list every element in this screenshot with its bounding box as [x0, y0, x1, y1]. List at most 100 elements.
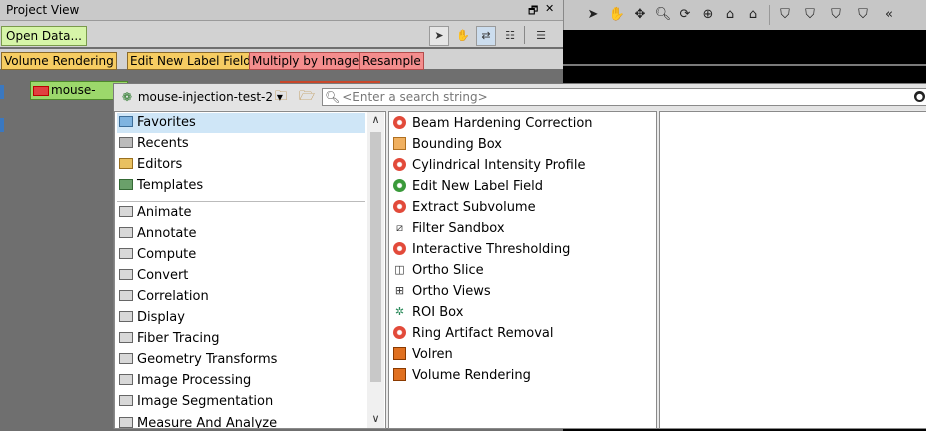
- red-gear-icon: [393, 158, 406, 171]
- module-roi-box[interactable]: ✲ ROI Box: [391, 302, 653, 323]
- category-label: Favorites: [137, 115, 196, 130]
- category-image-segmentation[interactable]: Image Segmentation: [117, 392, 365, 412]
- box-icon: [393, 137, 406, 150]
- pointer-icon[interactable]: ➤: [429, 26, 449, 46]
- module-filter-sandbox[interactable]: ⧄ Filter Sandbox: [391, 218, 653, 239]
- edit-new-label-field-button[interactable]: Edit New Label Field: [127, 52, 254, 70]
- category-label: Templates: [137, 178, 204, 193]
- favorites-folder-icon: [119, 116, 133, 127]
- tree-icon[interactable]: ☷: [500, 26, 520, 46]
- module-label: Extract Subvolume: [412, 200, 536, 215]
- module-ortho-views[interactable]: ⊞ Ortho Views: [391, 281, 653, 302]
- popup-header: ❁ mouse-injection-test-2 ▾ 🗀 🗁 🔍︎ <Enter …: [114, 84, 926, 110]
- hand-icon[interactable]: ✋: [608, 6, 626, 24]
- export-folder-icon[interactable]: 🗁: [298, 88, 316, 106]
- category-geometry-transforms[interactable]: Geometry Transforms: [117, 350, 365, 370]
- category-label: Display: [137, 310, 185, 325]
- layout-icon[interactable]: ☰: [531, 26, 551, 46]
- module-volume-rendering[interactable]: Volume Rendering: [391, 365, 653, 386]
- module-edit-new-label-field[interactable]: Edit New Label Field: [391, 176, 653, 197]
- module-label: Filter Sandbox: [412, 221, 505, 236]
- data-object-label: mouse-injection-test-2: [137, 90, 274, 104]
- pointer-icon[interactable]: ➤: [584, 6, 602, 24]
- module-label: Ortho Views: [412, 284, 491, 299]
- module-label: Bounding Box: [412, 137, 503, 152]
- category-scrollbar[interactable]: ∧ ∨: [367, 112, 384, 428]
- close-panel-icon[interactable]: ✕: [545, 2, 554, 15]
- folder-icon: [119, 290, 133, 301]
- module-label: ROI Box: [412, 305, 464, 320]
- new-folder-icon[interactable]: 🗀: [272, 88, 290, 106]
- volume-rendering-button[interactable]: Volume Rendering: [1, 52, 117, 70]
- category-editors[interactable]: Editors: [117, 155, 365, 175]
- category-measure-and-analyze[interactable]: Measure And Analyze: [117, 414, 365, 429]
- module-cylindrical-intensity-profile[interactable]: Cylindrical Intensity Profile: [391, 155, 653, 176]
- view-b-icon[interactable]: ⛉: [827, 6, 845, 24]
- roi-box-icon: ✲: [394, 305, 405, 318]
- category-label: Image Segmentation: [137, 394, 274, 409]
- data-object-dropdown[interactable]: ❁ mouse-injection-test-2 ▾: [120, 88, 283, 106]
- folder-icon: [119, 353, 133, 364]
- translate-icon[interactable]: ✥: [631, 6, 649, 24]
- category-convert[interactable]: Convert: [117, 266, 365, 286]
- module-interactive-thresholding[interactable]: Interactive Thresholding: [391, 239, 653, 260]
- module-bounding-box[interactable]: Bounding Box: [391, 134, 653, 155]
- scroll-up-icon[interactable]: ∧: [367, 112, 384, 128]
- seek-icon[interactable]: ⊕: [699, 6, 717, 24]
- connection-mark: [0, 85, 4, 99]
- module-list: Beam Hardening Correction Bounding Box C…: [388, 111, 657, 429]
- category-compute[interactable]: Compute: [117, 245, 365, 265]
- viewer-divider: [563, 64, 926, 66]
- module-ortho-slice[interactable]: ◫ Ortho Slice: [391, 260, 653, 281]
- connect-icon[interactable]: ⇄: [476, 26, 496, 46]
- category-annotate[interactable]: Annotate: [117, 224, 365, 244]
- multiply-by-image-button[interactable]: Multiply by Image: [249, 52, 363, 70]
- category-label: Annotate: [137, 226, 197, 241]
- category-image-processing[interactable]: Image Processing: [117, 371, 365, 391]
- view-c-icon[interactable]: ⛉: [854, 6, 872, 24]
- float-panel-icon[interactable]: 🗗: [528, 2, 538, 21]
- module-ring-artifact-removal[interactable]: Ring Artifact Removal: [391, 323, 653, 344]
- category-recents[interactable]: Recents: [117, 134, 365, 154]
- green-gear-icon: [393, 179, 406, 192]
- view-d-icon[interactable]: «: [880, 6, 898, 24]
- open-data-button[interactable]: Open Data...: [1, 26, 87, 46]
- category-display[interactable]: Display: [117, 308, 365, 328]
- zoom-icon[interactable]: 🔍︎: [654, 6, 672, 24]
- set-home-icon[interactable]: ⌂: [744, 6, 762, 24]
- category-label: Editors: [137, 157, 183, 172]
- search-input[interactable]: 🔍︎ <Enter a search string> ●: [322, 88, 926, 106]
- scroll-down-icon[interactable]: ∨: [367, 411, 384, 427]
- module-extract-subvolume[interactable]: Extract Subvolume: [391, 197, 653, 218]
- category-animate[interactable]: Animate: [117, 203, 365, 223]
- clear-search-icon[interactable]: ●: [914, 91, 925, 102]
- rotate-icon[interactable]: ⟳: [676, 6, 694, 24]
- folder-icon: [119, 332, 133, 343]
- module-label: Interactive Thresholding: [412, 242, 571, 257]
- module-beam-hardening-correction[interactable]: Beam Hardening Correction: [391, 113, 653, 134]
- category-label: Fiber Tracing: [137, 331, 220, 346]
- module-label: Edit New Label Field: [412, 179, 544, 194]
- category-list: Favorites Recents Editors Templates Anim…: [114, 111, 386, 429]
- category-fiber-tracing[interactable]: Fiber Tracing: [117, 329, 365, 349]
- module-label: Cylindrical Intensity Profile: [412, 158, 586, 173]
- red-gear-icon: [393, 116, 406, 129]
- view-a-icon[interactable]: ⛉: [801, 6, 819, 24]
- sandbox-icon: ⧄: [396, 221, 403, 234]
- module-label: Volume Rendering: [412, 368, 531, 383]
- resample-button[interactable]: Resample: [359, 52, 424, 70]
- data-object-icon: ❁: [121, 90, 133, 104]
- templates-folder-icon: [119, 179, 133, 190]
- home-icon[interactable]: ⌂: [721, 6, 739, 24]
- folder-icon: [119, 374, 133, 385]
- view-shield-icon[interactable]: ⛉: [776, 6, 794, 24]
- orange-cube-icon: [393, 347, 406, 360]
- toolbar-separator: [524, 26, 525, 44]
- category-favorites[interactable]: Favorites: [117, 113, 365, 133]
- category-correlation[interactable]: Correlation: [117, 287, 365, 307]
- category-label: Measure And Analyze: [137, 416, 278, 429]
- module-volren[interactable]: Volren: [391, 344, 653, 365]
- category-templates[interactable]: Templates: [117, 176, 365, 196]
- hand-icon[interactable]: ✋: [453, 26, 473, 46]
- scrollbar-thumb[interactable]: [370, 132, 381, 382]
